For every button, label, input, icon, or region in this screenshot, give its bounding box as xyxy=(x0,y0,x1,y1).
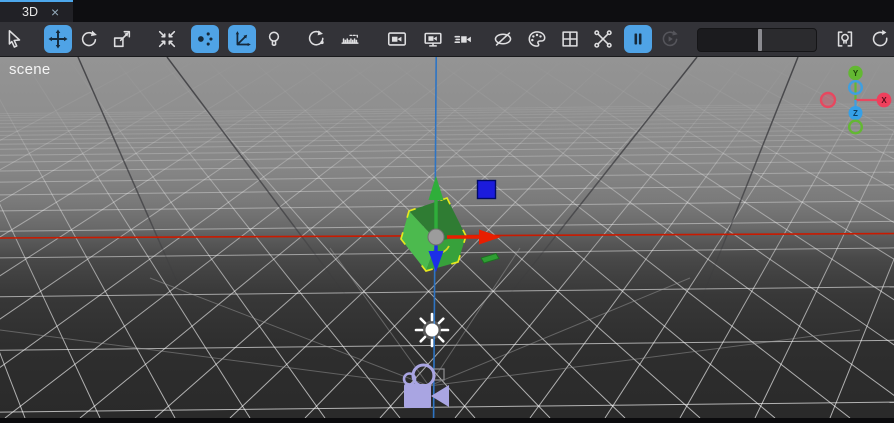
focus-selection-button[interactable] xyxy=(153,25,181,53)
snap-vertex-button[interactable] xyxy=(191,25,219,53)
viewport-canvas: Y X Z xyxy=(0,0,894,419)
toolbar xyxy=(0,22,894,57)
measure-ruler-button[interactable] xyxy=(336,25,364,53)
camera-view-button[interactable] xyxy=(383,25,411,53)
gizmo-center-handle[interactable] xyxy=(427,228,445,246)
toggle-hidden-button[interactable] xyxy=(489,25,517,53)
tab-label: 3D xyxy=(22,5,38,19)
scene-name-label: scene xyxy=(9,61,51,78)
light-probe-button[interactable] xyxy=(831,25,859,53)
gizmo-plane-handle-green[interactable] xyxy=(480,252,500,264)
navball-z-label: Z xyxy=(853,109,858,118)
orbit-mode-button[interactable] xyxy=(302,25,330,53)
play-animation-button[interactable] xyxy=(656,25,684,53)
select-tool-button[interactable] xyxy=(0,25,28,53)
navball-x-negative[interactable] xyxy=(819,91,837,109)
viewport-3d[interactable]: Y X Z scene xyxy=(0,0,894,419)
rotate-tool-button[interactable] xyxy=(75,25,103,53)
camera-speed-button[interactable] xyxy=(449,25,477,53)
material-palette-button[interactable] xyxy=(523,25,551,53)
move-tool-button[interactable] xyxy=(44,25,72,53)
navball-y-label: Y xyxy=(853,69,859,78)
gizmo-x-arrowhead[interactable] xyxy=(479,229,501,245)
grid-toggle-button[interactable] xyxy=(556,25,584,53)
lighting-toggle-button[interactable] xyxy=(260,25,288,53)
tab-bar: 3D × xyxy=(0,0,894,22)
slider-handle[interactable] xyxy=(758,29,763,51)
navball-x-label: X xyxy=(881,96,887,105)
pause-simulation-button[interactable] xyxy=(624,25,652,53)
reset-view-button[interactable] xyxy=(866,25,894,53)
transform-space-button[interactable] xyxy=(228,25,256,53)
tab-3d[interactable]: 3D × xyxy=(0,0,73,22)
axis-navball[interactable]: Y X Z xyxy=(819,65,892,135)
render-preview-button[interactable] xyxy=(419,25,447,53)
gizmo-plane-handle-blue[interactable] xyxy=(476,179,497,200)
scale-tool-button[interactable] xyxy=(108,25,136,53)
camera-reel-large xyxy=(411,363,436,388)
camera-gizmo[interactable] xyxy=(402,363,449,408)
light-gizmo[interactable] xyxy=(414,312,450,348)
tab-close-icon[interactable]: × xyxy=(51,5,59,19)
camera-speed-slider[interactable] xyxy=(697,28,817,52)
camera-body xyxy=(404,384,431,408)
show-joints-button[interactable] xyxy=(589,25,617,53)
navball-y-negative[interactable] xyxy=(848,119,864,135)
